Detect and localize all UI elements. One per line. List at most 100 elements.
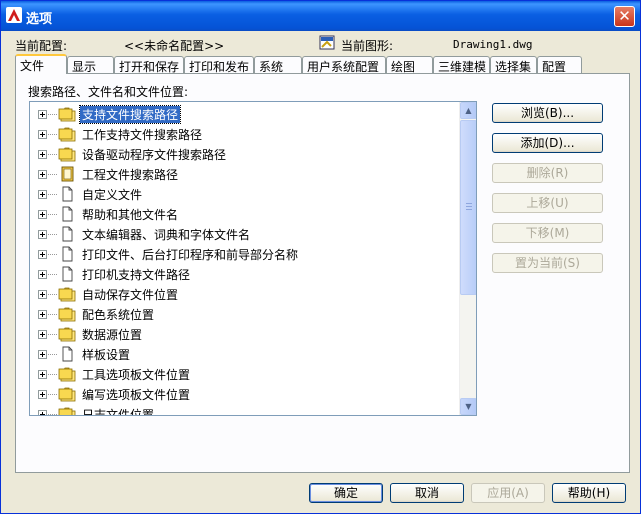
add-button[interactable]: 添加(D)...	[492, 133, 603, 153]
tree-item[interactable]: 设备驱动程序文件搜索路径	[30, 144, 458, 164]
document-icon	[58, 346, 76, 362]
folder-multi-icon	[58, 146, 76, 162]
tree-item[interactable]: 工作支持文件搜索路径	[30, 124, 458, 144]
tree-item[interactable]: 编写选项板文件位置	[30, 384, 458, 404]
browse-button[interactable]: 浏览(B)...	[492, 103, 603, 123]
expand-plus-icon[interactable]	[38, 190, 47, 199]
tree-item[interactable]: 工具选项板文件位置	[30, 364, 458, 384]
folder-multi-icon	[58, 366, 76, 382]
files-tab-panel: 搜索路径、文件名和文件位置: 支持文件搜索路径工作支持文件搜索路径设备驱动程序文…	[15, 73, 630, 473]
expand-plus-icon[interactable]	[38, 390, 47, 399]
tree-scrollbar[interactable]: ▲ ▼	[459, 102, 476, 415]
expand-plus-icon[interactable]	[38, 210, 47, 219]
options-dialog: 选项 ✕ 当前配置: <<未命名配置>> 当前图形: Drawing1.dwg …	[0, 0, 641, 514]
tab-open-save[interactable]: 打开和保存	[114, 56, 184, 73]
expand-plus-icon[interactable]	[38, 230, 47, 239]
ok-button[interactable]: 确定	[309, 483, 383, 503]
tab-files[interactable]: 文件	[15, 54, 67, 74]
tree-item-label: 支持文件搜索路径	[78, 105, 182, 124]
title-bar[interactable]: 选项 ✕	[1, 1, 640, 31]
tab-profiles[interactable]: 配置	[537, 56, 582, 73]
close-button[interactable]: ✕	[614, 6, 635, 27]
drawing-value: Drawing1.dwg	[453, 38, 533, 51]
tab-3d-modeling[interactable]: 三维建模	[433, 56, 490, 73]
tree-item[interactable]: 样板设置	[30, 344, 458, 364]
expand-plus-icon[interactable]	[38, 250, 47, 259]
apply-button[interactable]: 应用(A)	[471, 483, 545, 503]
expand-plus-icon[interactable]	[38, 270, 47, 279]
profile-value: <<未命名配置>>	[124, 39, 225, 53]
folder-multi-icon	[58, 286, 76, 302]
document-icon	[58, 266, 76, 282]
tree-item-label: 编写选项板文件位置	[82, 388, 191, 402]
window-title: 选项	[26, 12, 53, 27]
tree-item[interactable]: 打印机支持文件路径	[30, 264, 458, 284]
expand-plus-icon[interactable]	[38, 290, 47, 299]
scroll-up-button[interactable]: ▲	[460, 102, 476, 119]
tree-item-label: 日志文件位置	[82, 408, 155, 416]
set-current-button[interactable]: 置为当前(S)	[492, 253, 603, 273]
tree-item[interactable]: 文本编辑器、词典和字体文件名	[30, 224, 458, 244]
tab-display[interactable]: 显示	[67, 56, 114, 73]
help-button[interactable]: 帮助(H)	[552, 483, 626, 503]
expand-plus-icon[interactable]	[38, 370, 47, 379]
folder-multi-icon	[58, 386, 76, 402]
tree-item-label: 配色系统位置	[82, 308, 155, 322]
scroll-down-button[interactable]: ▼	[460, 398, 476, 415]
document-icon	[58, 246, 76, 262]
expand-plus-icon[interactable]	[38, 110, 47, 119]
expand-plus-icon[interactable]	[38, 310, 47, 319]
tree-item-label: 打印机支持文件路径	[82, 268, 191, 282]
tree-item-label: 设备驱动程序文件搜索路径	[82, 148, 227, 162]
expand-plus-icon[interactable]	[38, 130, 47, 139]
folder-multi-icon	[58, 326, 76, 342]
tab-plot-publish[interactable]: 打印和发布	[184, 56, 254, 73]
tab-system[interactable]: 系统	[254, 56, 302, 73]
folder-multi-icon	[58, 126, 76, 142]
document-icon	[58, 206, 76, 222]
tree-item[interactable]: 工程文件搜索路径	[30, 164, 458, 184]
tree-caption: 搜索路径、文件名和文件位置:	[28, 85, 189, 99]
tree-item[interactable]: 数据源位置	[30, 324, 458, 344]
tree-item-label: 自定义文件	[82, 188, 143, 202]
move-up-button[interactable]: 上移(U)	[492, 193, 603, 213]
tree-item[interactable]: 帮助和其他文件名	[30, 204, 458, 224]
tree-item-label: 打印文件、后台打印程序和前导部分名称	[82, 248, 299, 262]
tree-item-label: 帮助和其他文件名	[82, 208, 179, 222]
autocad-logo-icon	[6, 7, 22, 23]
folder-multi-icon	[58, 106, 76, 122]
scroll-thumb[interactable]	[460, 120, 476, 295]
tree-item-label: 样板设置	[82, 348, 131, 362]
tab-selection[interactable]: 选择集	[490, 56, 537, 73]
tree-item-label: 工具选项板文件位置	[82, 368, 191, 382]
project-book-icon	[58, 166, 76, 182]
tree-item[interactable]: 日志文件位置	[30, 404, 458, 416]
tree-item[interactable]: 自定义文件	[30, 184, 458, 204]
drawing-file-icon	[319, 35, 335, 50]
expand-plus-icon[interactable]	[38, 170, 47, 179]
expand-plus-icon[interactable]	[38, 350, 47, 359]
tree-item[interactable]: 自动保存文件位置	[30, 284, 458, 304]
tree-item-label: 工作支持文件搜索路径	[82, 128, 203, 142]
document-icon	[58, 226, 76, 242]
tab-user-preferences[interactable]: 用户系统配置	[302, 56, 386, 73]
profile-label: 当前配置:	[15, 39, 68, 53]
expand-plus-icon[interactable]	[38, 150, 47, 159]
expand-plus-icon[interactable]	[38, 410, 47, 415]
cancel-button[interactable]: 取消	[390, 483, 464, 503]
tree-item-label: 自动保存文件位置	[82, 288, 179, 302]
tree-item[interactable]: 打印文件、后台打印程序和前导部分名称	[30, 244, 458, 264]
tab-drafting[interactable]: 绘图	[386, 56, 433, 73]
remove-button[interactable]: 删除(R)	[492, 163, 603, 183]
move-down-button[interactable]: 下移(M)	[492, 223, 603, 243]
document-icon	[58, 186, 76, 202]
folder-multi-icon	[58, 306, 76, 322]
tree-item[interactable]: 支持文件搜索路径	[30, 104, 458, 124]
drawing-label: 当前图形:	[341, 39, 394, 53]
expand-plus-icon[interactable]	[38, 330, 47, 339]
tree-item-label: 工程文件搜索路径	[82, 168, 179, 182]
tab-strip: 文件 显示 打开和保存 打印和发布 系统 用户系统配置 绘图 三维建模 选择集 …	[15, 54, 615, 74]
tree-item[interactable]: 配色系统位置	[30, 304, 458, 324]
tree-item-label: 文本编辑器、词典和字体文件名	[82, 228, 251, 242]
search-path-tree[interactable]: 支持文件搜索路径工作支持文件搜索路径设备驱动程序文件搜索路径 工程文件搜索路径 自定…	[29, 101, 477, 416]
